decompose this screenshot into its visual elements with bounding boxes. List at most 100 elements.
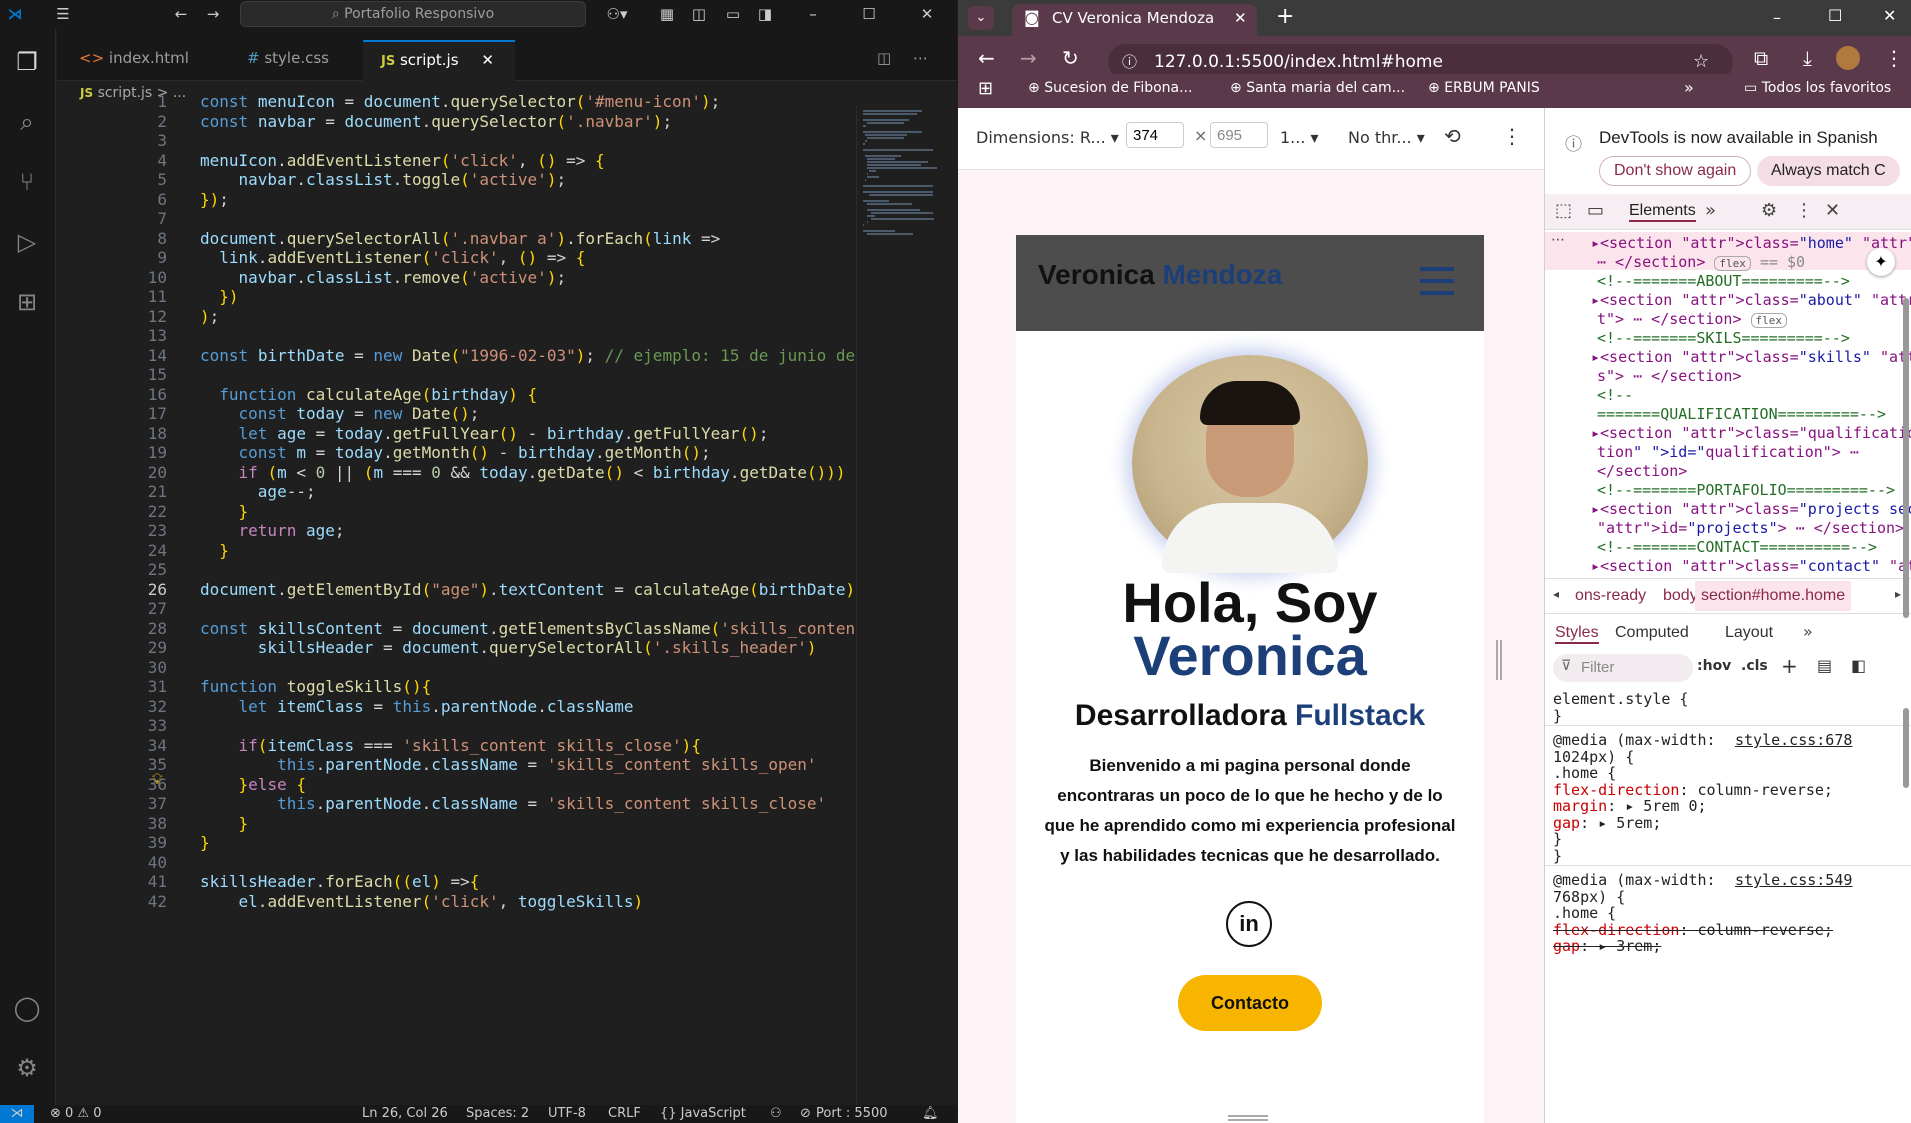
dom-node-line[interactable]: </section> (1597, 462, 1687, 480)
toggle-secondary-sidebar-icon[interactable]: ◨ (754, 3, 776, 25)
crumb-right-arrow-icon[interactable]: ▸ (1895, 587, 1901, 601)
minimize-icon[interactable]: – (802, 3, 824, 25)
back-arrow-icon[interactable]: ← (978, 46, 995, 70)
code-line[interactable]: document.querySelectorAll('.navbar a').f… (200, 229, 720, 248)
css-declaration[interactable]: margin: ▸ 5rem 0; (1553, 797, 1707, 815)
run-debug-icon[interactable]: ▷ (10, 225, 44, 259)
toggle-sidebar-icon[interactable]: ◫ (688, 3, 710, 25)
dom-node-line[interactable]: s"> ⋯ </section> (1597, 367, 1742, 385)
css-selector[interactable]: .home { (1553, 764, 1616, 782)
dimensions-select[interactable]: Dimensions: R... ▾ (976, 128, 1119, 147)
tab-search-icon[interactable]: ⌄ (968, 6, 994, 30)
extensions-icon[interactable]: ⊞ (10, 285, 44, 319)
language-mode[interactable]: {} JavaScript (660, 1105, 746, 1123)
dom-node-line[interactable]: ▸<section "attr">class="skills" "attr">i… (1591, 348, 1911, 366)
close-icon[interactable]: ✕ (916, 3, 938, 25)
dom-node-line[interactable]: <!--=======CONTACT==========--> (1597, 538, 1877, 556)
download-icon[interactable]: ⤓ (1803, 46, 1812, 70)
encoding[interactable]: UTF-8 (548, 1105, 586, 1123)
crumb-item[interactable]: body (1663, 587, 1698, 605)
dom-node-line[interactable]: t"> ⋯ </section> flex (1597, 310, 1788, 328)
code-line[interactable]: if (m < 0 || (m === 0 && today.getDate()… (200, 463, 865, 482)
live-server-icon[interactable]: ⊘ (800, 1105, 811, 1123)
dom-node-line[interactable]: tion" ">id="qualification"> ⋯ (1597, 443, 1859, 461)
minimize-icon[interactable]: – (1773, 8, 1781, 27)
close-icon[interactable]: ✕ (1883, 6, 1896, 25)
css-declaration[interactable]: flex-direction: column-reverse; (1553, 781, 1833, 799)
tab-index-html[interactable]: <> index.html (61, 40, 229, 82)
close-tab-icon[interactable]: ✕ (1234, 4, 1247, 32)
css-selector[interactable]: @media (max-width: (1553, 731, 1716, 749)
css-selector[interactable]: .home { (1553, 904, 1616, 922)
close-tab-icon[interactable]: ✕ (481, 51, 494, 69)
more-tabs-icon[interactable]: » (1803, 622, 1813, 641)
settings-gear-icon[interactable]: ⚙ (10, 1051, 44, 1085)
extensions-icon[interactable]: ⧉ (1754, 46, 1768, 70)
dom-node-line[interactable]: =======QUALIFICATION=========--> (1597, 405, 1886, 423)
cursor-position[interactable]: Ln 26, Col 26 (362, 1105, 448, 1123)
apps-grid-icon[interactable]: ⊞ (978, 78, 993, 99)
always-match-button[interactable]: Always match C (1757, 156, 1900, 186)
settings-gear-icon[interactable]: ⚙ (1761, 200, 1777, 221)
code-line[interactable]: skillsHeader.forEach((el) =>{ (200, 872, 479, 891)
layout-icon[interactable]: ▦ (656, 3, 678, 25)
menu-icon[interactable]: ☰ (52, 3, 74, 25)
css-selector[interactable]: 768px) { (1553, 888, 1625, 906)
css-declaration[interactable]: flex-direction: column-reverse; (1553, 921, 1833, 939)
dom-node-line[interactable]: ▸<section "attr">class="contact" "attr">… (1591, 557, 1911, 575)
crumb-item[interactable]: ons-ready (1575, 587, 1646, 605)
css-declaration[interactable]: gap: ▸ 5rem; (1553, 814, 1661, 832)
avatar[interactable] (1836, 46, 1860, 70)
zoom-select[interactable]: 1... ▾ (1280, 128, 1319, 147)
linkedin-icon[interactable]: in (1226, 901, 1272, 947)
search-icon[interactable]: ⌕ (10, 105, 44, 139)
dom-node-line[interactable]: ▸<section "attr">class="home" "attr">id=… (1591, 234, 1911, 252)
code-line[interactable]: const navbar = document.querySelector('.… (200, 112, 672, 131)
all-bookmarks-folder[interactable]: ▭ Todos los favoritos (1744, 80, 1891, 96)
source-control-icon[interactable]: ⑂ (10, 165, 44, 199)
tab-computed[interactable]: Computed (1615, 624, 1689, 642)
more-tabs-icon[interactable]: » (1705, 200, 1716, 221)
filter-input[interactable]: ⊽ Filter (1553, 654, 1693, 682)
devtools-menu-icon[interactable]: ⋮ (1795, 200, 1813, 221)
copilot-icon[interactable]: ⚇▾ (600, 3, 634, 25)
tab-layout[interactable]: Layout (1725, 624, 1773, 642)
problems-count[interactable]: ⊗ 0 ⚠ 0 (50, 1105, 102, 1123)
code-line[interactable]: navbar.classList.toggle('active'); (200, 170, 567, 189)
stylesheet-link[interactable]: style.css:678 (1735, 731, 1852, 749)
dom-node-line[interactable]: <!--=======PORTAFOLIO=========--> (1597, 481, 1895, 499)
new-rule-icon[interactable]: + (1781, 654, 1798, 678)
line-ending[interactable]: CRLF (608, 1105, 641, 1123)
css-declaration[interactable]: gap: ▸ 3rem; (1553, 937, 1661, 955)
stylesheet-link[interactable]: style.css:549 (1735, 871, 1852, 889)
code-line[interactable]: document.getElementById("age").textConte… (200, 580, 865, 599)
code-line[interactable]: this.parentNode.className = 'skills_cont… (200, 755, 816, 774)
code-line[interactable]: this.parentNode.className = 'skills_cont… (200, 794, 826, 813)
explorer-icon[interactable]: ❐ (10, 45, 44, 79)
more-bookmarks-icon[interactable]: » (1684, 78, 1694, 97)
forward-arrow-icon[interactable]: → (202, 3, 224, 25)
code-line[interactable]: ); (200, 307, 219, 326)
bookmark-2[interactable]: ⊕ Santa maria del cam... (1230, 80, 1405, 96)
code-line[interactable]: return age; (200, 521, 345, 540)
code-line[interactable]: const m = today.getMonth() - birthday.ge… (200, 443, 711, 462)
css-selector[interactable]: element.style { (1553, 690, 1688, 708)
dom-node-line[interactable]: <!--=======ABOUT=========--> (1597, 272, 1850, 290)
minimap[interactable] (856, 106, 950, 1105)
code-line[interactable]: const skillsContent = document.getElemen… (200, 619, 894, 638)
dom-node-line[interactable]: ▸<section "attr">class="about" "attr">id… (1591, 291, 1911, 309)
tab-style-css[interactable]: # style.css (229, 40, 363, 82)
portfolio-page[interactable]: Veronica Mendoza Hola, Soy Veronica Desa… (1016, 235, 1484, 1123)
lightbulb-icon[interactable]: 💡︎ (152, 770, 163, 788)
code-line[interactable]: menuIcon.addEventListener('click', () =>… (200, 151, 605, 170)
css-selector[interactable]: @media (max-width: (1553, 871, 1716, 889)
inspect-element-icon[interactable]: ⬚ (1555, 200, 1572, 221)
back-arrow-icon[interactable]: ← (170, 3, 192, 25)
cls-toggle[interactable]: .cls (1741, 658, 1768, 674)
close-icon[interactable]: ✕ (1825, 200, 1840, 221)
code-line[interactable]: const birthDate = new Date("1996-02-03")… (200, 346, 903, 365)
styles-pane[interactable]: element.style {} @media (max-width: style.… (1545, 688, 1911, 1123)
split-editor-icon[interactable]: ◫ (877, 40, 907, 82)
dom-node-line[interactable]: "attr">id="projects"> ⋯ </section> (1597, 519, 1904, 537)
code-line[interactable]: link.addEventListener('click', () => { (200, 248, 585, 267)
